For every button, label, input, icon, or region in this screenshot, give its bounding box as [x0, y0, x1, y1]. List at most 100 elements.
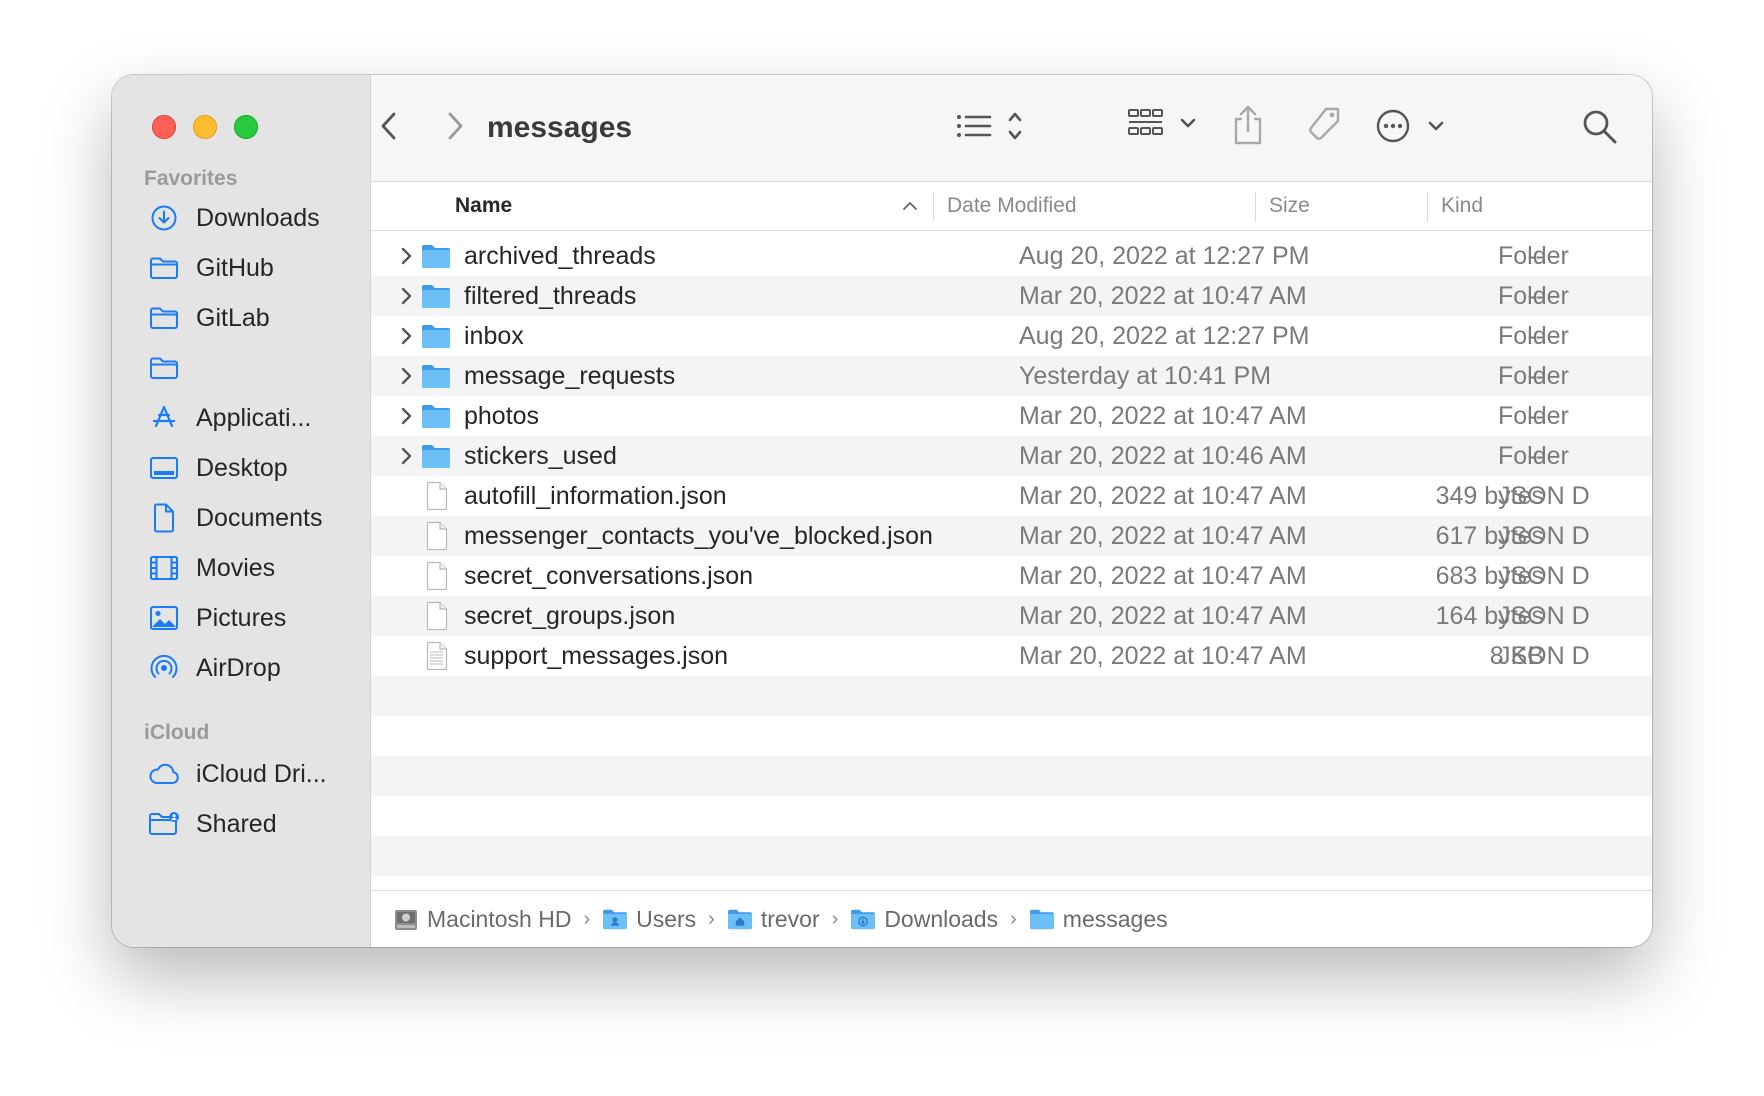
sidebar-item-pictures[interactable]: Pictures [148, 598, 286, 638]
table-row[interactable]: photos Mar 20, 2022 at 10:47 AM -- Folder [371, 396, 1652, 436]
file-kind: Folder [1498, 282, 1569, 310]
sidebar-item-label: GitHub [196, 253, 274, 282]
disclosure-chevron-icon[interactable] [397, 324, 415, 348]
sidebar-item-unnamed-folder[interactable] [148, 348, 196, 388]
window-title: messages [487, 111, 633, 144]
disclosure-chevron-icon[interactable] [397, 284, 415, 308]
sidebar-item-icloud-drive[interactable]: iCloud Dri... [148, 754, 327, 794]
file-name: filtered_threads [464, 282, 637, 310]
folder-icon [421, 443, 451, 471]
window-controls [152, 115, 258, 139]
sidebar-item-airdrop[interactable]: AirDrop [148, 648, 281, 688]
date-modified: Aug 20, 2022 at 12:27 PM [1019, 242, 1310, 270]
table-row[interactable]: inbox Aug 20, 2022 at 12:27 PM -- Folder [371, 316, 1652, 356]
sidebar-item-desktop[interactable]: Desktop [148, 448, 288, 488]
column-kind-header[interactable]: Kind [1441, 182, 1483, 230]
share-button[interactable] [1230, 100, 1266, 150]
breadcrumb-item[interactable]: trevor [727, 906, 820, 933]
file-name: archived_threads [464, 242, 656, 270]
table-row[interactable]: support_messages.json Mar 20, 2022 at 10:… [371, 636, 1652, 676]
chevron-right-icon [448, 112, 463, 140]
search-button[interactable] [1578, 105, 1622, 149]
file-kind: JSON D [1498, 522, 1590, 550]
breadcrumb-label: Users [636, 905, 697, 932]
zoom-button[interactable] [234, 115, 258, 139]
path-bar: Macintosh HD › Users › trevor › Downloads › mess… [371, 890, 1652, 947]
column-divider[interactable] [1427, 192, 1428, 222]
sort-ascending-icon[interactable] [901, 199, 919, 213]
empty-row [371, 716, 1652, 756]
table-row[interactable]: autofill_information.json Mar 20, 2022 at… [371, 476, 1652, 516]
sidebar-item-label: iCloud Dri... [196, 759, 327, 788]
sidebar-item-label: Desktop [196, 453, 288, 482]
sidebar-item-downloads[interactable]: Downloads [148, 198, 320, 238]
file-name: message_requests [464, 362, 676, 390]
table-row[interactable]: messenger_contacts_you've_blocked.json Ma… [371, 516, 1652, 556]
breadcrumb-item[interactable]: Macintosh HD [393, 906, 571, 933]
sidebar-item-label: AirDrop [196, 653, 281, 682]
search-icon [1583, 110, 1617, 144]
table-row[interactable]: archived_threads Aug 20, 2022 at 12:27 PM… [371, 236, 1652, 276]
sidebar-item-label: Pictures [196, 603, 287, 632]
column-divider[interactable] [933, 192, 934, 222]
close-button[interactable] [152, 115, 176, 139]
more-actions-button[interactable] [1375, 103, 1449, 149]
column-date-header[interactable]: Date Modified [947, 182, 1077, 230]
file-name: support_messages.json [464, 642, 729, 670]
chevron-right-icon: › [583, 907, 591, 930]
breadcrumb-label: messages [1062, 905, 1168, 932]
sidebar: Favorites Downloads GitHub GitLab Applic… [112, 75, 371, 947]
downloads-folder-icon [850, 908, 876, 930]
disclosure-chevron-icon[interactable] [397, 404, 415, 428]
disclosure-chevron-icon[interactable] [397, 244, 415, 268]
disclosure-chevron-icon[interactable] [397, 364, 415, 388]
sidebar-item-applications[interactable]: Applicati... [148, 398, 311, 438]
sidebar-item-documents[interactable]: Documents [148, 498, 322, 538]
date-modified: Mar 20, 2022 at 10:46 AM [1019, 442, 1307, 470]
empty-row [371, 756, 1652, 796]
file-kind: Folder [1498, 242, 1569, 270]
breadcrumb-item[interactable]: Downloads [850, 906, 998, 933]
table-row[interactable]: filtered_threads Mar 20, 2022 at 10:47 AM… [371, 276, 1652, 316]
sidebar-item-gitlab[interactable]: GitLab [148, 298, 270, 338]
column-header: Name Date Modified Size Kind [371, 182, 1652, 231]
view-mode-button[interactable] [955, 103, 1027, 149]
chevron-left-icon [381, 112, 396, 140]
breadcrumb-label: trevor [760, 905, 820, 932]
sidebar-item-shared[interactable]: Shared [148, 804, 277, 844]
file-kind: Folder [1498, 322, 1569, 350]
folder-icon [421, 243, 451, 271]
cloud-icon [148, 758, 180, 790]
date-modified: Yesterday at 10:41 PM [1019, 362, 1272, 390]
column-size-header[interactable]: Size [1269, 182, 1310, 230]
table-row[interactable]: secret_groups.json Mar 20, 2022 at 10:47 … [371, 596, 1652, 636]
table-row[interactable]: stickers_used Mar 20, 2022 at 10:46 AM -- F… [371, 436, 1652, 476]
forward-button[interactable] [435, 106, 475, 146]
column-divider[interactable] [1255, 192, 1256, 222]
download-circle-icon [148, 202, 180, 234]
sidebar-item-movies[interactable]: Movies [148, 548, 275, 588]
table-row[interactable]: secret_conversations.json Mar 20, 2022 at… [371, 556, 1652, 596]
disclosure-chevron-icon[interactable] [397, 444, 415, 468]
breadcrumb-item[interactable]: Users [602, 906, 696, 933]
column-name-header[interactable]: Name [455, 182, 512, 230]
file-name: secret_conversations.json [464, 562, 754, 590]
table-row[interactable]: message_requests Yesterday at 10:41 PM -- F… [371, 356, 1652, 396]
breadcrumb-label: Downloads [884, 905, 999, 932]
grid-group-icon [1128, 109, 1196, 135]
file-kind: JSON D [1498, 562, 1590, 590]
sidebar-item-github[interactable]: GitHub [148, 248, 274, 288]
empty-row [371, 796, 1652, 836]
sidebar-item-label: Shared [196, 809, 277, 838]
group-button[interactable] [1127, 103, 1207, 149]
tags-button[interactable] [1302, 103, 1346, 147]
date-modified: Mar 20, 2022 at 10:47 AM [1019, 522, 1307, 550]
breadcrumb-item[interactable]: messages [1029, 906, 1168, 933]
minimize-button[interactable] [193, 115, 217, 139]
chevron-right-icon: › [1010, 907, 1017, 930]
share-icon [1234, 105, 1262, 145]
sidebar-section-icloud: iCloud [144, 721, 210, 744]
date-modified: Mar 20, 2022 at 10:47 AM [1019, 482, 1307, 510]
file-list: archived_threads Aug 20, 2022 at 12:27 PM… [371, 232, 1652, 947]
back-button[interactable] [369, 106, 409, 146]
